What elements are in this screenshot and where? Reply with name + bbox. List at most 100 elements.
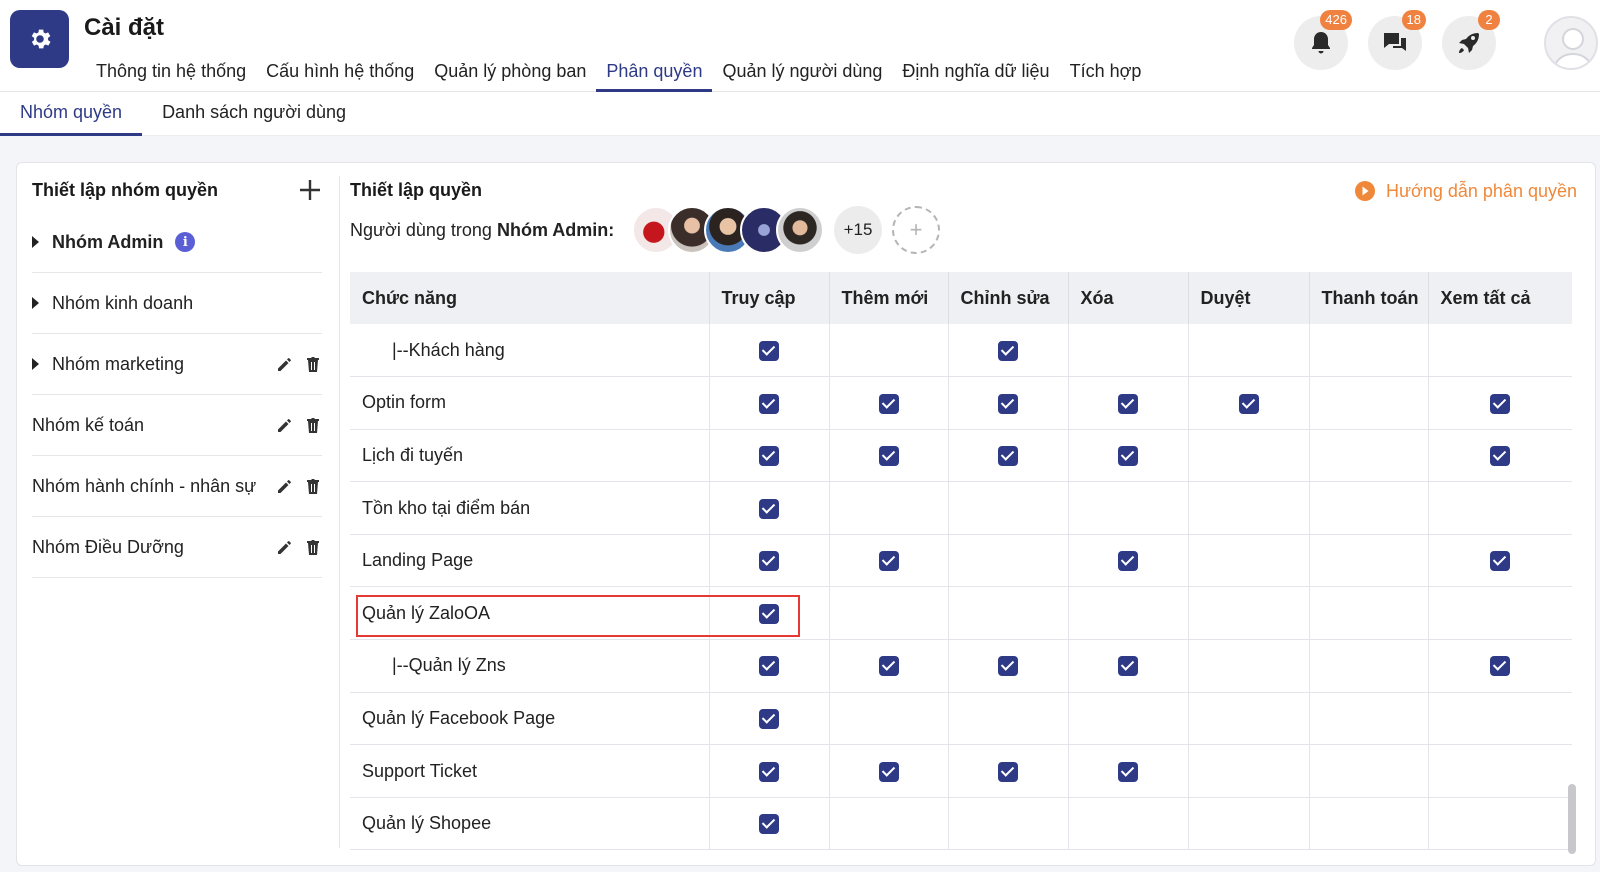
checkbox-checked[interactable] (759, 340, 779, 361)
permission-cell[interactable] (829, 534, 949, 588)
checkbox-checked[interactable] (1118, 393, 1138, 414)
sub-tab-0[interactable]: Nhóm quyền (0, 92, 143, 136)
permission-cell[interactable] (829, 797, 949, 851)
permission-cell[interactable] (948, 744, 1069, 798)
permission-cell[interactable] (1309, 639, 1429, 693)
nav-item-2[interactable]: Quản lý phòng ban (424, 54, 596, 92)
nav-item-6[interactable]: Tích hợp (1060, 54, 1152, 92)
caret-right-icon[interactable] (32, 358, 39, 370)
checkbox-checked[interactable] (759, 709, 779, 730)
permission-cell[interactable] (1188, 534, 1310, 588)
permission-cell[interactable] (829, 586, 949, 641)
member-avatar[interactable] (776, 206, 824, 254)
nav-item-1[interactable]: Cấu hình hệ thống (256, 54, 424, 92)
permission-cell[interactable] (1428, 797, 1572, 851)
checkbox-checked[interactable] (759, 446, 779, 467)
permission-cell[interactable] (948, 639, 1069, 693)
checkbox-checked[interactable] (759, 551, 779, 572)
permission-cell[interactable] (1428, 429, 1572, 483)
permission-cell[interactable] (1428, 534, 1572, 588)
group-item[interactable]: Nhóm Điều Dưỡng (32, 517, 322, 578)
sub-tab-1[interactable]: Danh sách người dùng (142, 92, 366, 136)
permission-cell[interactable] (948, 481, 1069, 535)
settings-logo[interactable] (10, 10, 69, 68)
delete-group-button[interactable] (304, 538, 322, 556)
checkbox-checked[interactable] (878, 446, 899, 467)
permission-cell[interactable] (1309, 376, 1429, 430)
permission-cell[interactable] (829, 376, 949, 430)
nav-item-3[interactable]: Phân quyền (596, 54, 713, 92)
permission-cell[interactable] (829, 324, 949, 378)
permission-cell[interactable] (1428, 376, 1572, 430)
permission-cell[interactable] (1068, 376, 1189, 430)
group-item[interactable]: Nhóm marketing (32, 334, 322, 395)
nav-item-4[interactable]: Quản lý người dùng (712, 54, 892, 92)
permission-cell[interactable] (709, 692, 830, 746)
caret-right-icon[interactable] (32, 236, 39, 248)
table-scrollbar[interactable] (1568, 784, 1576, 854)
permission-cell[interactable] (1428, 639, 1572, 693)
edit-group-button[interactable] (276, 416, 294, 434)
permission-cell[interactable] (709, 797, 830, 851)
messages-button[interactable]: 18 (1368, 10, 1426, 70)
permission-cell[interactable] (1428, 692, 1572, 746)
checkbox-checked[interactable] (1118, 551, 1138, 572)
permission-cell[interactable] (1309, 797, 1429, 851)
checkbox-checked[interactable] (1490, 551, 1511, 572)
permission-cell[interactable] (829, 744, 949, 798)
permission-cell[interactable] (1068, 586, 1189, 641)
nav-item-5[interactable]: Định nghĩa dữ liệu (892, 54, 1059, 92)
permission-cell[interactable] (948, 534, 1069, 588)
permission-cell[interactable] (1309, 429, 1429, 483)
caret-right-icon[interactable] (32, 297, 39, 309)
permission-cell[interactable] (1428, 324, 1572, 378)
checkbox-checked[interactable] (1118, 656, 1138, 677)
permission-cell[interactable] (1068, 481, 1189, 535)
permission-cell[interactable] (1188, 429, 1310, 483)
permission-cell[interactable] (829, 481, 949, 535)
checkbox-checked[interactable] (998, 393, 1018, 414)
delete-group-button[interactable] (304, 416, 322, 434)
checkbox-checked[interactable] (759, 761, 779, 782)
permission-cell[interactable] (1309, 534, 1429, 588)
checkbox-checked[interactable] (759, 814, 779, 835)
checkbox-checked[interactable] (1118, 761, 1138, 782)
permission-cell[interactable] (1188, 692, 1310, 746)
checkbox-checked[interactable] (1490, 656, 1511, 677)
permission-cell[interactable] (1428, 481, 1572, 535)
checkbox-checked[interactable] (759, 393, 779, 414)
edit-group-button[interactable] (276, 538, 294, 556)
permission-cell[interactable] (1068, 429, 1189, 483)
permission-cell[interactable] (1068, 324, 1189, 378)
permission-cell[interactable] (709, 376, 830, 430)
permission-cell[interactable] (709, 534, 830, 588)
permission-guide-link[interactable]: Hướng dẫn phân quyền (1354, 180, 1577, 202)
permission-cell[interactable] (1188, 481, 1310, 535)
checkbox-checked[interactable] (759, 603, 779, 624)
group-item[interactable]: Nhóm hành chính - nhân sự (32, 456, 322, 517)
permission-cell[interactable] (829, 639, 949, 693)
checkbox-checked[interactable] (1118, 446, 1138, 467)
checkbox-checked[interactable] (998, 340, 1018, 361)
permission-cell[interactable] (1068, 534, 1189, 588)
permission-cell[interactable] (1309, 586, 1429, 641)
permission-cell[interactable] (829, 692, 949, 746)
checkbox-checked[interactable] (878, 393, 899, 414)
permission-cell[interactable] (829, 429, 949, 483)
permission-cell[interactable] (1068, 639, 1189, 693)
add-group-button[interactable] (296, 176, 324, 204)
permission-cell[interactable] (1188, 586, 1310, 641)
permission-cell[interactable] (709, 744, 830, 798)
permission-cell[interactable] (1188, 797, 1310, 851)
permission-cell[interactable] (1068, 797, 1189, 851)
user-avatar[interactable] (1544, 16, 1598, 70)
permission-cell[interactable] (709, 324, 830, 378)
permission-cell[interactable] (1428, 744, 1572, 798)
checkbox-checked[interactable] (1238, 393, 1259, 414)
group-item[interactable]: Nhóm Admin i (32, 212, 322, 273)
checkbox-checked[interactable] (878, 551, 899, 572)
permission-cell[interactable] (1428, 586, 1572, 641)
permission-cell[interactable] (709, 586, 830, 641)
checkbox-checked[interactable] (759, 656, 779, 677)
permission-cell[interactable] (1188, 744, 1310, 798)
